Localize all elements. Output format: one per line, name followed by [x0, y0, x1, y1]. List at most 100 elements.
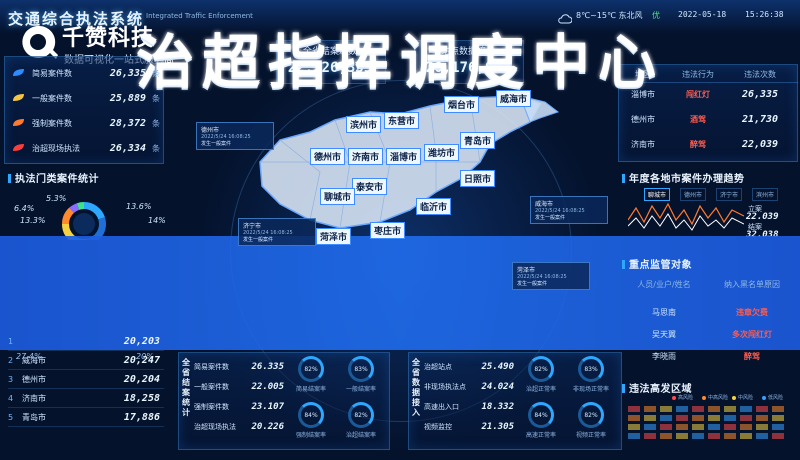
- bottom-stat-label: 非现场执法点: [424, 383, 466, 391]
- hotspot-legend-dot: [702, 395, 706, 400]
- rate-ring-label: 强制结案率: [295, 432, 326, 439]
- bottom-stat-value: 20.226: [251, 422, 284, 432]
- ranking-value: 20,204: [123, 373, 160, 385]
- hotspot-cell: [772, 424, 784, 430]
- map-popup[interactable]: 菏泽市 2022/5/24 16:08:25 发生一般案件: [512, 262, 590, 290]
- table-row[interactable]: 济南市 醉驾 22,039: [620, 136, 798, 152]
- case-label: 强制案件数: [32, 118, 72, 128]
- map-city-label[interactable]: 青岛市: [460, 132, 496, 149]
- trend-tab[interactable]: 滨州市: [752, 188, 779, 201]
- bottom-stat-label: 强制案件数: [194, 403, 229, 411]
- pct-label-1: 5.3%: [46, 194, 67, 203]
- bottom-stat-label: 治超站点: [424, 363, 452, 371]
- rate-ring: 84%: [298, 402, 324, 428]
- map-city-label[interactable]: 潍坊市: [424, 144, 460, 161]
- case-leaf-icon: [12, 118, 26, 128]
- map-city-label[interactable]: 东营市: [384, 112, 420, 129]
- table-cell-count: 22,039: [741, 138, 779, 150]
- ranking-value: 17,886: [123, 411, 160, 423]
- rate-ring-pct: 82%: [304, 365, 318, 373]
- hotspot-title: 违法高发区域: [622, 380, 692, 395]
- map-city-label[interactable]: 泰安市: [352, 178, 388, 195]
- map-city-label[interactable]: 威海市: [496, 90, 532, 107]
- bottom-stat-value: 24.024: [481, 382, 514, 392]
- map-city-label[interactable]: 滨州市: [346, 116, 382, 133]
- hotspot-cell: [660, 424, 672, 430]
- hotspot-cell: [692, 406, 704, 412]
- trend-line-chart: [628, 202, 744, 231]
- hotspot-cell: [692, 415, 704, 421]
- hotspot-cell: [708, 424, 720, 430]
- hotspot-cell: [676, 415, 688, 421]
- map-city-label[interactable]: 临沂市: [416, 198, 452, 215]
- hotspot-cell: [740, 424, 752, 430]
- ranking-row: 4 济南市 18,258: [8, 389, 164, 408]
- trend-tab[interactable]: 聊城市: [644, 188, 671, 201]
- hotspot-legend-label: 中风险: [738, 395, 754, 401]
- donut-center-icon: [73, 213, 95, 235]
- trend-tab[interactable]: 德州市: [680, 188, 707, 201]
- hotspot-cell: [740, 415, 752, 421]
- bottom-stat-row: 一般案件数 22.005: [194, 378, 286, 396]
- hotspot-bars: [628, 406, 784, 439]
- hotspot-cell: [644, 424, 656, 430]
- map-city-label[interactable]: 烟台市: [444, 96, 480, 113]
- map-city-label[interactable]: 淄博市: [386, 148, 422, 165]
- ranking-row: 3 德州市 20,204: [8, 370, 164, 389]
- hotspot-cell: [692, 433, 704, 439]
- hotspot-cell: [756, 433, 768, 439]
- map-city-label[interactable]: 德州市: [310, 148, 346, 165]
- ranking-index: 3: [8, 374, 14, 384]
- hotspot-cell: [628, 433, 640, 439]
- rate-ring-label: 治超正常率: [525, 386, 556, 393]
- bottom-stat-row: 治超现场执法 20.226: [194, 418, 286, 436]
- rate-ring-pct: 82%: [534, 365, 548, 373]
- case-leaf-icon: [12, 143, 26, 153]
- hotspot-cell: [644, 415, 656, 421]
- watch-name: 李晓雨: [652, 351, 676, 361]
- map-popup[interactable]: 威海市 2022/5/24 16:08:25 发生一般案件: [530, 196, 608, 224]
- hotspot-legend-item: 低风险: [762, 394, 783, 401]
- bottom-stat-value: 26.335: [251, 362, 284, 372]
- ranking-index: 2: [8, 355, 14, 365]
- ranking-city: 青岛市: [22, 412, 46, 422]
- watch-header: 人员/业户/姓名 纳入黑名单原因: [620, 276, 798, 292]
- hotspot-cell: [644, 433, 656, 439]
- map-popup[interactable]: 济宁市 2022/5/24 16:08:25 发生一般案件: [238, 218, 316, 246]
- map-city-label[interactable]: 日照市: [460, 170, 496, 187]
- popup-text: 发生一般案件: [201, 141, 232, 147]
- popup-text: 发生一般案件: [243, 237, 274, 243]
- map-city-label[interactable]: 济南市: [348, 148, 384, 165]
- hotspot-cell: [676, 406, 688, 412]
- bottom-stat-row: 高速出入口 18.332: [424, 398, 516, 416]
- rate-ring-pct: 84%: [534, 411, 548, 419]
- hotspot-legend-item: 中高风险: [702, 394, 728, 401]
- table-cell-behavior: 醉驾: [690, 139, 706, 149]
- ranking-city: 德州市: [22, 374, 46, 384]
- rate-ring-pct: 82%: [354, 411, 368, 419]
- map-city-label[interactable]: 菏泽市: [316, 228, 352, 245]
- trend-tab[interactable]: 济宁市: [716, 188, 743, 201]
- hotspot-legend-label: 中高风险: [708, 395, 729, 401]
- bottom-stat-row: 非现场执法点 24.024: [424, 378, 516, 396]
- hotspot-cell: [660, 433, 672, 439]
- bottom-stat-label: 简易案件数: [194, 363, 229, 371]
- map-city-label[interactable]: 聊城市: [320, 188, 356, 205]
- case-leaf-icon: [12, 68, 26, 78]
- hotspot-cell: [660, 415, 672, 421]
- rate-ring-label: 视频正常率: [575, 432, 606, 439]
- ranking-index: 5: [8, 412, 14, 422]
- hotspot-cell: [724, 433, 736, 439]
- bottom-stat-row: 视频监控 21.305: [424, 418, 516, 436]
- map-city-label[interactable]: 枣庄市: [370, 222, 406, 239]
- map-popup[interactable]: 德州市 2022/5/24 16:08:25 发生一般案件: [196, 122, 274, 150]
- watch-row[interactable]: 马思南 违章欠费: [620, 304, 798, 320]
- hotspot-legend-label: 低风险: [768, 395, 784, 401]
- hotspot-legend-dot: [762, 395, 766, 400]
- watch-row[interactable]: 李晓雨 醉驾: [620, 348, 798, 364]
- hotspot-cell: [756, 415, 768, 421]
- rate-ring-label: 非现场正常率: [572, 386, 609, 393]
- ranking-row: 2 威海市 20,247: [8, 351, 164, 370]
- case-value: 25,889: [109, 92, 146, 104]
- watch-row[interactable]: 吴天翼 多次闯红灯: [620, 326, 798, 342]
